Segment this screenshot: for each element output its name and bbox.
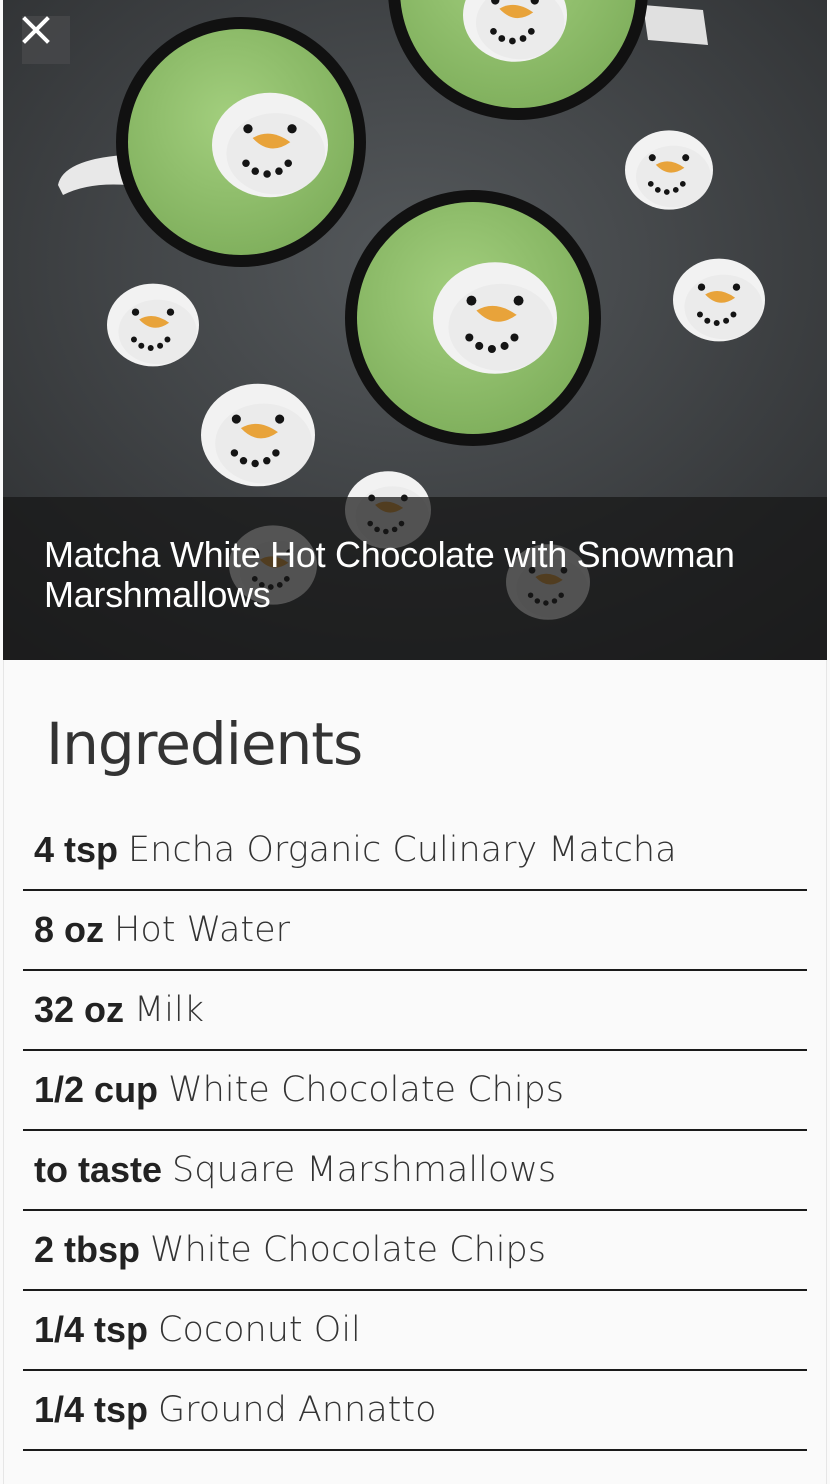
ingredient-quantity: to taste <box>34 1149 163 1190</box>
right-border <box>826 660 830 1484</box>
ingredient-quantity: 1/2 cup <box>34 1069 159 1110</box>
recipe-hero-image: Matcha White Hot Chocolate with Snowman … <box>3 0 827 660</box>
close-button[interactable] <box>22 16 70 64</box>
snowman-marshmallow <box>673 258 765 342</box>
ingredient-name: Hot Water <box>114 910 291 950</box>
ingredient-row: 1/4 tsp Coconut Oil <box>23 1291 807 1371</box>
snowman-marshmallow <box>212 92 328 198</box>
ingredients-heading: Ingredients <box>46 710 363 778</box>
close-icon <box>22 16 50 44</box>
ingredient-row: 4 tsp Encha Organic Culinary Matcha <box>23 811 807 891</box>
ingredient-quantity: 1/4 tsp <box>34 1389 149 1430</box>
snowman-marshmallow <box>201 383 315 487</box>
ingredient-name: Coconut Oil <box>158 1310 361 1350</box>
ingredient-quantity: 4 tsp <box>34 829 119 870</box>
ingredient-name: Encha Organic Culinary Matcha <box>128 830 677 870</box>
ingredient-row: 1/2 cup White Chocolate Chips <box>23 1051 807 1131</box>
snowman-marshmallow <box>107 283 199 367</box>
ingredient-list: 4 tsp Encha Organic Culinary Matcha 8 oz… <box>23 811 807 1451</box>
ingredient-quantity: 2 tbsp <box>34 1229 141 1270</box>
snowman-marshmallow <box>433 262 557 374</box>
recipe-title: Matcha White Hot Chocolate with Snowman … <box>44 534 735 615</box>
left-border <box>0 660 4 1484</box>
ingredient-row: 1/4 tsp Ground Annatto <box>23 1371 807 1451</box>
ingredient-quantity: 8 oz <box>34 909 105 950</box>
ingredient-name: Ground Annatto <box>158 1390 437 1430</box>
ingredient-quantity: 1/4 tsp <box>34 1309 149 1350</box>
ingredient-name: Square Marshmallows <box>172 1150 557 1190</box>
ingredient-name: Milk <box>134 990 204 1030</box>
ingredient-row: to taste Square Marshmallows <box>23 1131 807 1211</box>
ingredient-quantity: 32 oz <box>34 989 125 1030</box>
ingredient-row: 2 tbsp White Chocolate Chips <box>23 1211 807 1291</box>
ingredient-name: White Chocolate Chips <box>168 1070 564 1110</box>
snowman-marshmallow <box>625 130 713 210</box>
ingredient-row: 32 oz Milk <box>23 971 807 1051</box>
ingredient-row: 8 oz Hot Water <box>23 891 807 971</box>
ingredient-name: White Chocolate Chips <box>150 1230 546 1270</box>
